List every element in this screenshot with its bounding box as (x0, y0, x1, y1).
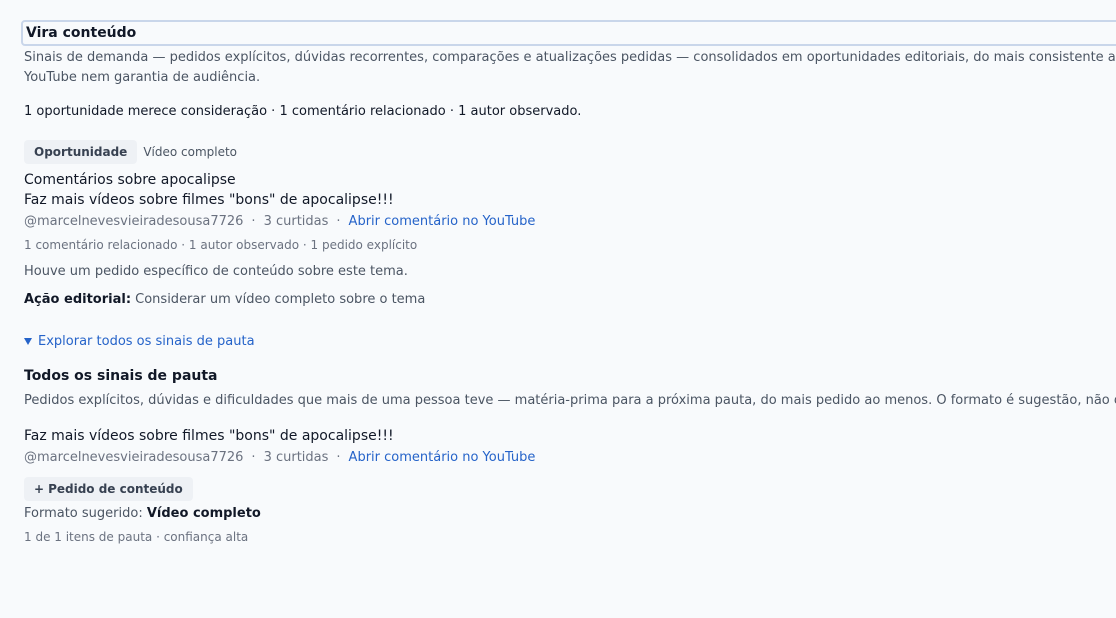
opportunity-tag-row: Oportunidade Vídeo completo (24, 140, 237, 164)
signal-meta: @marcelnevesvieiradesousa7726 · 3 curtid… (24, 450, 535, 465)
suggested-format-value: Vídeo completo (146, 506, 261, 521)
opportunity-format: Vídeo completo (143, 145, 238, 159)
separator: · (336, 214, 341, 229)
separator: · (251, 214, 256, 229)
content-request-pill: + Pedido de conteúdo (24, 477, 193, 501)
open-comment-link[interactable]: Abrir comentário no YouTube (349, 214, 536, 229)
likes-count: 3 curtidas (263, 450, 329, 465)
editorial-action: Ação editorial: Considerar um vídeo comp… (24, 292, 425, 307)
explore-signals-toggle[interactable]: Explorar todos os sinais de pauta (24, 334, 255, 349)
content-request-label: Pedido de conteúdo (48, 482, 183, 496)
page: Vira conteúdo Sinais de demanda — pedido… (0, 0, 1116, 618)
signal-comment: Faz mais vídeos sobre filmes "bons" de a… (24, 428, 394, 444)
suggested-format: Formato sugerido: Vídeo completo (24, 506, 261, 521)
signals-description: Pedidos explícitos, dúvidas e dificuldad… (24, 393, 1116, 408)
triangle-down-icon (24, 338, 32, 345)
opportunity-stats: 1 comentário relacionado · 1 autor obser… (24, 238, 418, 252)
plus-icon: + (34, 482, 45, 496)
opportunity-tag: Oportunidade (24, 140, 138, 164)
likes-count: 3 curtidas (263, 214, 329, 229)
opportunity-meta: @marcelnevesvieiradesousa7726 · 3 curtid… (24, 214, 535, 229)
opportunity-note: Houve um pedido específico de conteúdo s… (24, 264, 408, 279)
opportunity-title: Comentários sobre apocalipse (24, 172, 236, 188)
separator: · (336, 450, 341, 465)
signals-title: Todos os sinais de pauta (24, 368, 218, 384)
summary-line: 1 oportunidade merece consideração · 1 c… (24, 104, 582, 119)
section-description-cont: YouTube nem garantia de audiência. (24, 70, 261, 85)
suggested-format-label: Formato sugerido: (24, 506, 143, 521)
comment-author: @marcelnevesvieiradesousa7726 (24, 214, 244, 229)
comment-author: @marcelnevesvieiradesousa7726 (24, 450, 244, 465)
open-comment-link[interactable]: Abrir comentário no YouTube (349, 450, 536, 465)
section-header: Vira conteúdo (21, 20, 1116, 46)
opportunity-comment: Faz mais vídeos sobre filmes "bons" de a… (24, 192, 394, 208)
section-description: Sinais de demanda — pedidos explícitos, … (24, 50, 1116, 65)
section-title: Vira conteúdo (26, 25, 137, 41)
explore-signals-label: Explorar todos os sinais de pauta (38, 334, 255, 349)
separator: · (251, 450, 256, 465)
editorial-action-label: Ação editorial: (24, 292, 132, 307)
signals-footer: 1 de 1 itens de pauta · confiança alta (24, 530, 249, 544)
editorial-action-text: Considerar um vídeo completo sobre o tem… (135, 292, 426, 307)
